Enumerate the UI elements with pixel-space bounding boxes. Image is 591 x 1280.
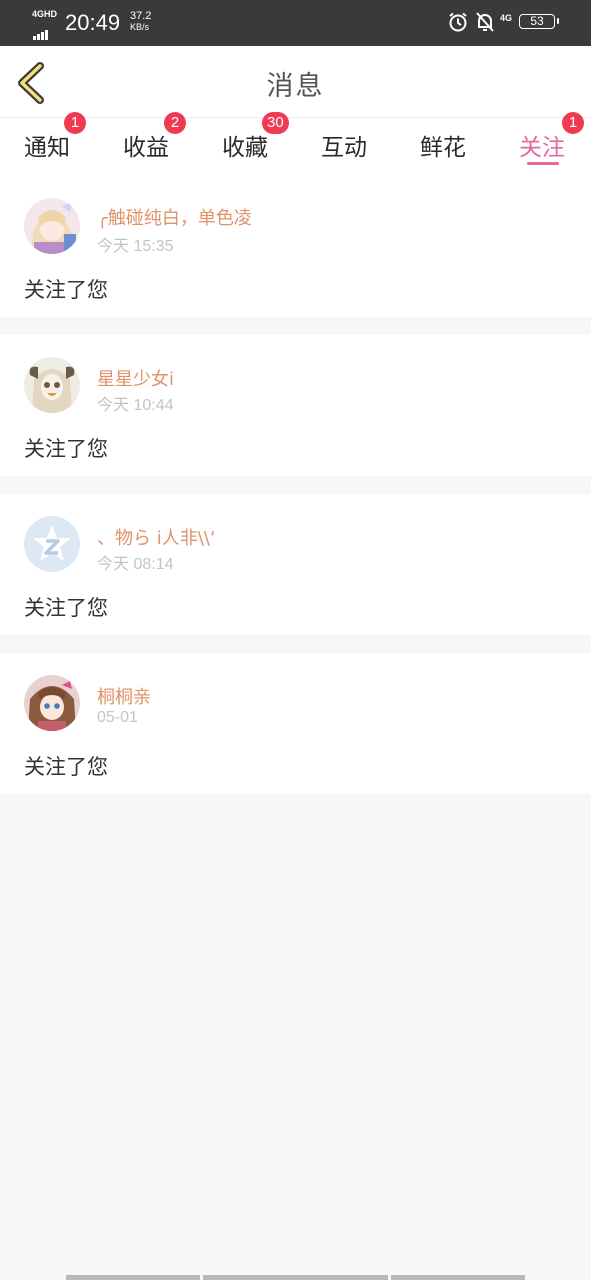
- tab-favorites[interactable]: 收藏 30: [222, 112, 289, 162]
- tab-bar: 通知 1 收益 2 收藏 30 互动 鲜花 关注 1: [0, 112, 591, 176]
- signal-icon: 4GHD: [32, 9, 58, 40]
- notification-text: 关注了您: [24, 755, 108, 779]
- status-bar: 4GHD 20:49 37.2 KB/s 4G 53: [0, 0, 591, 46]
- nav-gesture-bar[interactable]: [66, 1275, 200, 1280]
- network-speed: 37.2 KB/s: [130, 11, 151, 33]
- unread-badge: 1: [64, 112, 86, 134]
- tab-interactions[interactable]: 互动: [321, 128, 367, 162]
- tab-label: 收益: [123, 135, 169, 161]
- default-star-avatar-icon[interactable]: [24, 516, 80, 572]
- unread-badge: 2: [164, 112, 186, 134]
- clock: 20:49: [65, 10, 121, 35]
- notification-list: ╭触碰纯白，单色凌 今天 15:35 关注了您 星星少女i 今天 10:44 关…: [0, 176, 591, 812]
- timestamp: 05-01: [97, 709, 138, 726]
- tab-label: 互动: [321, 135, 367, 161]
- username[interactable]: 桐桐亲: [97, 683, 151, 709]
- nav-gesture-bar[interactable]: [203, 1275, 388, 1280]
- timestamp: 今天 08:14: [97, 556, 174, 573]
- avatar[interactable]: [24, 357, 80, 413]
- page-title: 消息: [266, 71, 325, 102]
- tab-notifications[interactable]: 通知 1: [24, 112, 86, 162]
- header-bar: 消息: [0, 46, 591, 118]
- list-item[interactable]: 星星少女i 今天 10:44 关注了您: [0, 335, 591, 476]
- tab-following[interactable]: 关注 1: [519, 112, 584, 162]
- notification-text: 关注了您: [24, 437, 108, 461]
- tab-label: 关注: [519, 135, 565, 161]
- timestamp: 今天 15:35: [97, 238, 174, 255]
- list-item[interactable]: 、物ら i人非\\‘ 今天 08:14 关注了您: [0, 494, 591, 635]
- list-item[interactable]: 桐桐亲 05-01 关注了您: [0, 653, 591, 794]
- notification-text: 关注了您: [24, 596, 108, 620]
- avatar[interactable]: [24, 675, 80, 731]
- bell-mute-icon: [476, 12, 494, 32]
- network-type-label: 4GHD: [32, 9, 58, 19]
- notification-text: 关注了您: [24, 278, 108, 302]
- mobile-data-icon: 4G: [500, 13, 513, 23]
- list-item[interactable]: ╭触碰纯白，单色凌 今天 15:35 关注了您: [0, 176, 591, 317]
- tab-label: 收藏: [222, 135, 268, 161]
- tab-label: 鲜花: [420, 135, 466, 161]
- username[interactable]: ╭触碰纯白，单色凌: [97, 204, 252, 230]
- timestamp: 今天 10:44: [97, 397, 174, 414]
- username[interactable]: 星星少女i: [97, 365, 174, 391]
- active-tab-indicator: [527, 162, 559, 165]
- alarm-icon: [449, 12, 467, 32]
- nav-gesture-bar[interactable]: [391, 1275, 525, 1280]
- network-speed-value: 37.2: [130, 10, 152, 22]
- unread-badge: 30: [262, 112, 289, 134]
- username[interactable]: 、物ら i人非\\‘: [97, 524, 216, 550]
- tab-earnings[interactable]: 收益 2: [123, 112, 186, 162]
- unread-badge: 1: [562, 112, 584, 134]
- tab-flowers[interactable]: 鲜花: [420, 128, 466, 162]
- avatar[interactable]: [24, 198, 80, 254]
- tab-label: 通知: [24, 135, 70, 161]
- network-speed-unit: KB/s: [130, 22, 150, 32]
- battery-icon: 53: [519, 14, 559, 29]
